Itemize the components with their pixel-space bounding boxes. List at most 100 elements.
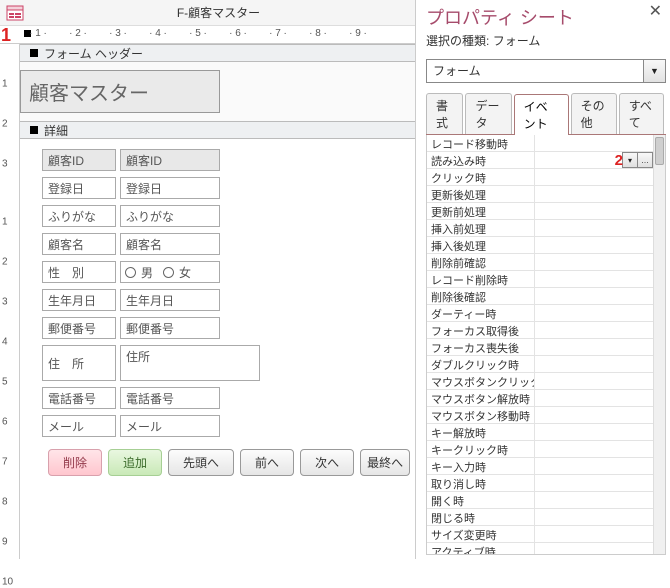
property-row[interactable]: サイズ変更時 [427,526,653,543]
property-value[interactable] [535,475,653,491]
property-value[interactable] [535,509,653,525]
property-name: 挿入後処理 [427,237,535,253]
design-surface[interactable]: フォーム ヘッダー 顧客マスター 詳細 顧客ID顧客ID登録日登録日ふりがなふり… [20,44,415,559]
radio-icon[interactable] [163,267,174,278]
tab-all[interactable]: すべて [619,93,664,134]
property-value[interactable] [535,356,653,372]
property-row[interactable]: レコード移動時 [427,135,653,152]
object-selector-input[interactable]: フォーム [426,59,644,83]
property-value[interactable] [535,322,653,338]
property-row[interactable]: ダーティー時 [427,305,653,322]
scrollbar-thumb[interactable] [655,137,664,165]
field-label[interactable]: ふりがな [42,205,116,227]
property-row[interactable]: フォーカス取得後 [427,322,653,339]
property-row[interactable]: フォーカス喪失後 [427,339,653,356]
property-row[interactable]: 削除後確認 [427,288,653,305]
property-value[interactable] [535,373,653,389]
property-value[interactable] [535,526,653,542]
property-row[interactable]: クリック時 [427,169,653,186]
property-row[interactable]: マウスボタン解放時 [427,390,653,407]
field-control[interactable]: 郵便番号 [120,317,220,339]
field-label[interactable]: 性 別 [42,261,116,283]
scrollbar[interactable] [653,135,665,554]
property-value[interactable] [535,271,653,287]
property-row[interactable]: マウスボタンクリック時 [427,373,653,390]
property-row[interactable]: キー入力時 [427,458,653,475]
field-label[interactable]: 顧客ID [42,149,116,171]
property-value[interactable] [535,186,653,202]
ruler-tick: 8 [2,497,8,508]
property-row[interactable]: レコード削除時 [427,271,653,288]
field-control[interactable]: 住所 [120,345,260,381]
field-label[interactable]: 顧客名 [42,233,116,255]
last-button[interactable]: 最終へ [360,449,410,476]
form-title-label[interactable]: 顧客マスター [20,70,220,113]
property-value[interactable] [535,203,653,219]
property-row[interactable]: 開く時 [427,492,653,509]
property-row[interactable]: 更新後処理 [427,186,653,203]
property-row[interactable]: 削除前確認 [427,254,653,271]
property-dropdown-icon[interactable]: ▾ [622,152,638,168]
field-label[interactable]: 住 所 [42,345,116,381]
property-value[interactable] [535,305,653,321]
property-row[interactable]: ダブルクリック時 [427,356,653,373]
prev-button[interactable]: 前へ [240,449,294,476]
property-value[interactable] [535,407,653,423]
property-value[interactable] [535,492,653,508]
dropdown-icon[interactable]: ▼ [644,59,666,83]
form-header-section-bar[interactable]: フォーム ヘッダー [20,44,415,62]
property-value[interactable] [535,169,653,185]
property-row[interactable]: 挿入後処理 [427,237,653,254]
field-control[interactable]: 生年月日 [120,289,220,311]
close-icon[interactable]: ✕ [645,4,666,20]
property-value[interactable] [535,220,653,236]
field-control[interactable]: 登録日 [120,177,220,199]
property-row[interactable]: キークリック時 [427,441,653,458]
delete-button[interactable]: 削除 [48,449,102,476]
gender-option-group[interactable]: 男女 [120,261,220,283]
tab-other[interactable]: その他 [571,93,617,134]
property-value[interactable] [535,254,653,270]
property-row[interactable]: 取り消し時 [427,475,653,492]
property-row[interactable]: キー解放時 [427,424,653,441]
field-label[interactable]: 郵便番号 [42,317,116,339]
property-row[interactable]: 更新前処理 [427,203,653,220]
property-value[interactable] [535,441,653,457]
field-label[interactable]: 生年月日 [42,289,116,311]
field-label[interactable]: メール [42,415,116,437]
property-value[interactable] [535,288,653,304]
detail-section[interactable]: 顧客ID顧客ID登録日登録日ふりがなふりがな顧客名顧客名性 別男女生年月日生年月… [20,139,415,476]
property-row[interactable]: マウスボタン移動時 [427,407,653,424]
property-row[interactable]: 読み込み時▾…2 [427,152,653,169]
form-header-section[interactable]: 顧客マスター [20,62,415,121]
property-value[interactable] [535,135,653,151]
property-row[interactable]: 閉じる時 [427,509,653,526]
property-value[interactable] [535,424,653,440]
field-control[interactable]: メール [120,415,220,437]
object-selector[interactable]: フォーム ▼ [426,59,666,83]
next-button[interactable]: 次へ [300,449,354,476]
tab-data[interactable]: データ [465,93,511,134]
field-control[interactable]: 電話番号 [120,387,220,409]
property-name: クリック時 [427,169,535,185]
field-label[interactable]: 電話番号 [42,387,116,409]
property-value[interactable] [535,458,653,474]
property-value[interactable] [535,543,653,554]
field-control[interactable]: 顧客ID [120,149,220,171]
property-value[interactable] [535,339,653,355]
tab-format[interactable]: 書式 [426,93,463,134]
detail-section-bar[interactable]: 詳細 [20,121,415,139]
add-button[interactable]: 追加 [108,449,162,476]
field-control[interactable]: ふりがな [120,205,220,227]
field-label[interactable]: 登録日 [42,177,116,199]
property-value[interactable]: ▾…2 [535,152,653,168]
first-button[interactable]: 先頭へ [168,449,234,476]
radio-icon[interactable] [125,267,136,278]
property-value[interactable] [535,390,653,406]
property-value[interactable] [535,237,653,253]
tab-event[interactable]: イベント [514,94,569,135]
property-row[interactable]: 挿入前処理 [427,220,653,237]
property-builder-icon[interactable]: … [637,152,653,168]
property-row[interactable]: アクティブ時 [427,543,653,554]
field-control[interactable]: 顧客名 [120,233,220,255]
